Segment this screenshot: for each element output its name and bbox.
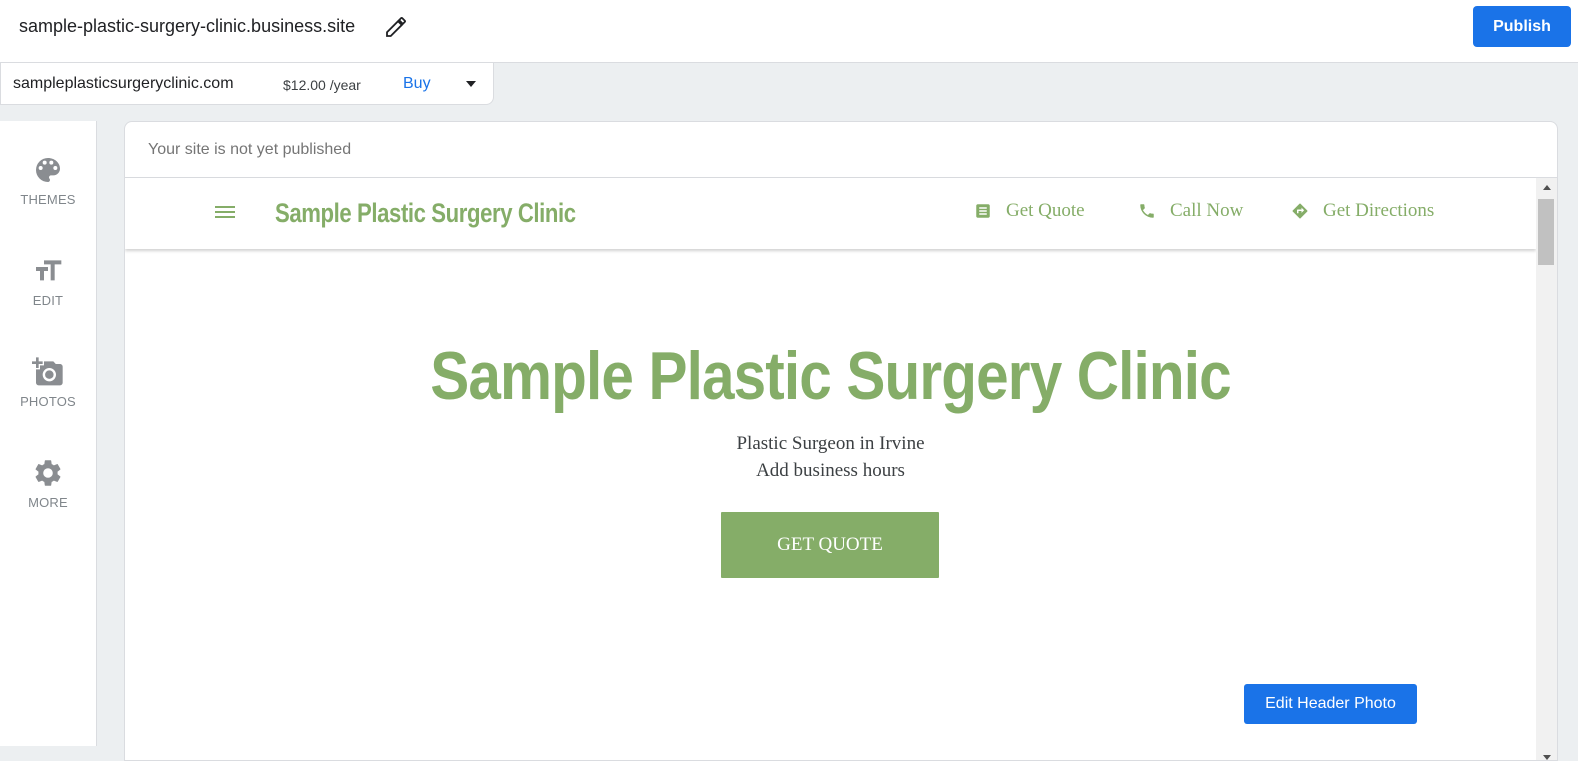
site-url: sample-plastic-surgery-clinic.business.s… xyxy=(19,16,356,36)
business-hours-link[interactable]: Add business hours xyxy=(125,460,1536,482)
hero-subtitle: Plastic Surgeon in Irvine xyxy=(736,433,925,454)
site-preview: Your site is not yet published Sample Pl… xyxy=(124,121,1558,761)
top-bar: sample-plastic-surgery-clinic.business.s… xyxy=(0,0,1578,63)
nav-get-directions[interactable]: Get Directions xyxy=(1291,200,1434,222)
sidebar-item-label: PHOTOS xyxy=(20,394,76,409)
preview-scrollbar[interactable] xyxy=(1536,178,1557,760)
domain-name: sampleplasticsurgeryclinic.com xyxy=(13,75,234,92)
edit-header-photo-button[interactable]: Edit Header Photo xyxy=(1244,684,1417,724)
caret-down-icon[interactable] xyxy=(466,81,476,87)
domain-offer-bar: sampleplasticsurgeryclinic.com $12.00 /y… xyxy=(0,63,494,105)
hero-title: Sample Plastic Surgery Clinic xyxy=(430,338,1231,414)
publish-button[interactable]: Publish xyxy=(1473,6,1571,47)
get-quote-button[interactable]: GET QUOTE xyxy=(721,512,939,578)
phone-icon xyxy=(1140,204,1154,218)
sidebar-item-label: EDIT xyxy=(32,293,64,308)
sidebar-item-photos[interactable]: PHOTOS xyxy=(0,356,96,426)
buy-domain-link[interactable]: Buy xyxy=(403,75,431,93)
palette-icon xyxy=(36,158,60,182)
sidebar-item-label: THEMES xyxy=(20,192,76,207)
domain-price: $12.00 /year xyxy=(283,77,361,93)
sidebar-item-more[interactable]: MORE xyxy=(0,457,96,527)
scroll-up-arrow-icon[interactable] xyxy=(1543,185,1551,190)
gear-icon xyxy=(35,460,61,486)
publish-status: Your site is not yet published xyxy=(148,141,352,158)
scroll-thumb[interactable] xyxy=(1538,199,1554,265)
sidebar: THEMES EDIT PHOTOS MORE xyxy=(0,121,97,746)
sidebar-item-themes[interactable]: THEMES xyxy=(0,154,96,224)
nav-call-now[interactable]: Call Now xyxy=(1138,200,1243,222)
quote-doc-icon xyxy=(976,204,990,218)
site-brand[interactable]: Sample Plastic Surgery Clinic xyxy=(275,198,576,229)
nav-link-label: Get Quote xyxy=(1006,200,1085,221)
nav-link-label: Call Now xyxy=(1170,200,1244,221)
text-size-icon xyxy=(36,260,62,281)
nav-get-quote[interactable]: Get Quote xyxy=(974,200,1085,222)
publish-status-bar: Your site is not yet published xyxy=(125,122,1557,178)
add-photo-icon xyxy=(32,357,63,386)
sidebar-item-label: MORE xyxy=(28,495,68,510)
hamburger-icon[interactable] xyxy=(215,203,237,221)
sidebar-item-edit[interactable]: EDIT xyxy=(0,255,96,325)
directions-icon xyxy=(1292,203,1308,219)
site-header-nav: Sample Plastic Surgery Clinic Get Quote … xyxy=(125,178,1536,249)
nav-link-label: Get Directions xyxy=(1323,200,1435,221)
pencil-icon[interactable] xyxy=(384,15,408,39)
scroll-down-arrow-icon[interactable] xyxy=(1543,755,1551,760)
